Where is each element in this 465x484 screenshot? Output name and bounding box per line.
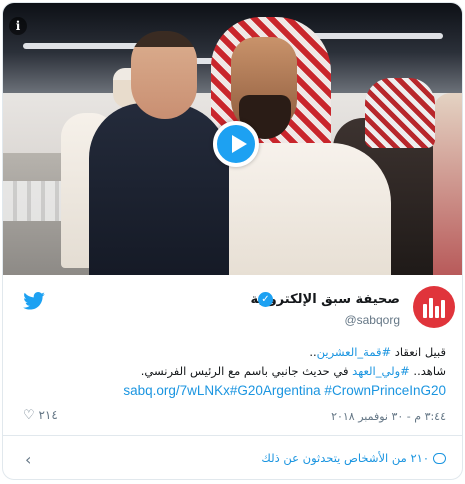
avatar[interactable] [413,286,455,328]
tweet-text-segment: .. [309,345,317,359]
hashtag-link[interactable]: #ولي_العهد [352,364,410,378]
tweet-line: شاهد.. #ولي_العهد في حديث جانبي باسم مع … [16,362,446,381]
conversation-text: ٢١٠ من الأشخاص يتحدثون عن ذلك [261,451,429,465]
hashtag-link[interactable]: #قمة_العشرين [317,345,392,359]
tweet-link-line[interactable]: sabq.org/7wLNKx#G20Argentina #CrownPrinc… [16,381,446,400]
like-button[interactable]: ♡ ٢١٤ [23,408,58,423]
logo-bar [441,300,445,318]
verified-badge-icon: ✓ [258,292,273,307]
ceiling-light [23,43,143,49]
tweet-text-segment: قبيل انعقاد [391,345,446,359]
ceiling-light [303,33,443,39]
person-ghutra [365,78,435,148]
video-thumbnail[interactable]: i [3,3,462,275]
conversation-link[interactable]: ٢١٠ من الأشخاص يتحدثون عن ذلك [261,451,446,465]
tweet-text-segment: في حديث جانبي باسم مع الرئيس الفرنسي. [140,364,353,378]
chevron-left-icon[interactable]: ‹ [25,450,31,469]
person-head [131,31,197,119]
heart-icon[interactable]: ♡ [23,408,35,423]
tweet-text: قبيل انعقاد #قمة_العشرين.. شاهد.. #ولي_ا… [16,343,446,400]
tweet-line: قبيل انعقاد #قمة_العشرين.. [16,343,446,362]
divider [3,435,462,436]
logo-bar [435,306,439,318]
person-suit [89,103,229,275]
reply-bubble-icon [433,453,446,464]
tweet-timestamp[interactable]: ٣:٤٤ م - ٣٠ نوفمبر ٢٠١٨ [331,410,446,423]
logo-bar [429,298,433,318]
person-background [433,93,462,275]
tweet-text-segment: شاهد.. [409,364,446,378]
info-icon[interactable]: i [9,17,27,35]
logo-bar [423,304,427,318]
account-handle[interactable]: @sabqorg [344,313,400,327]
twitter-bird-icon[interactable] [23,292,45,310]
embedded-tweet-card: i صحيفة سبق الإلكترونية ✓ @sabqorg قبيل … [2,2,463,480]
play-icon[interactable] [213,121,259,167]
like-count: ٢١٤ [38,408,58,422]
